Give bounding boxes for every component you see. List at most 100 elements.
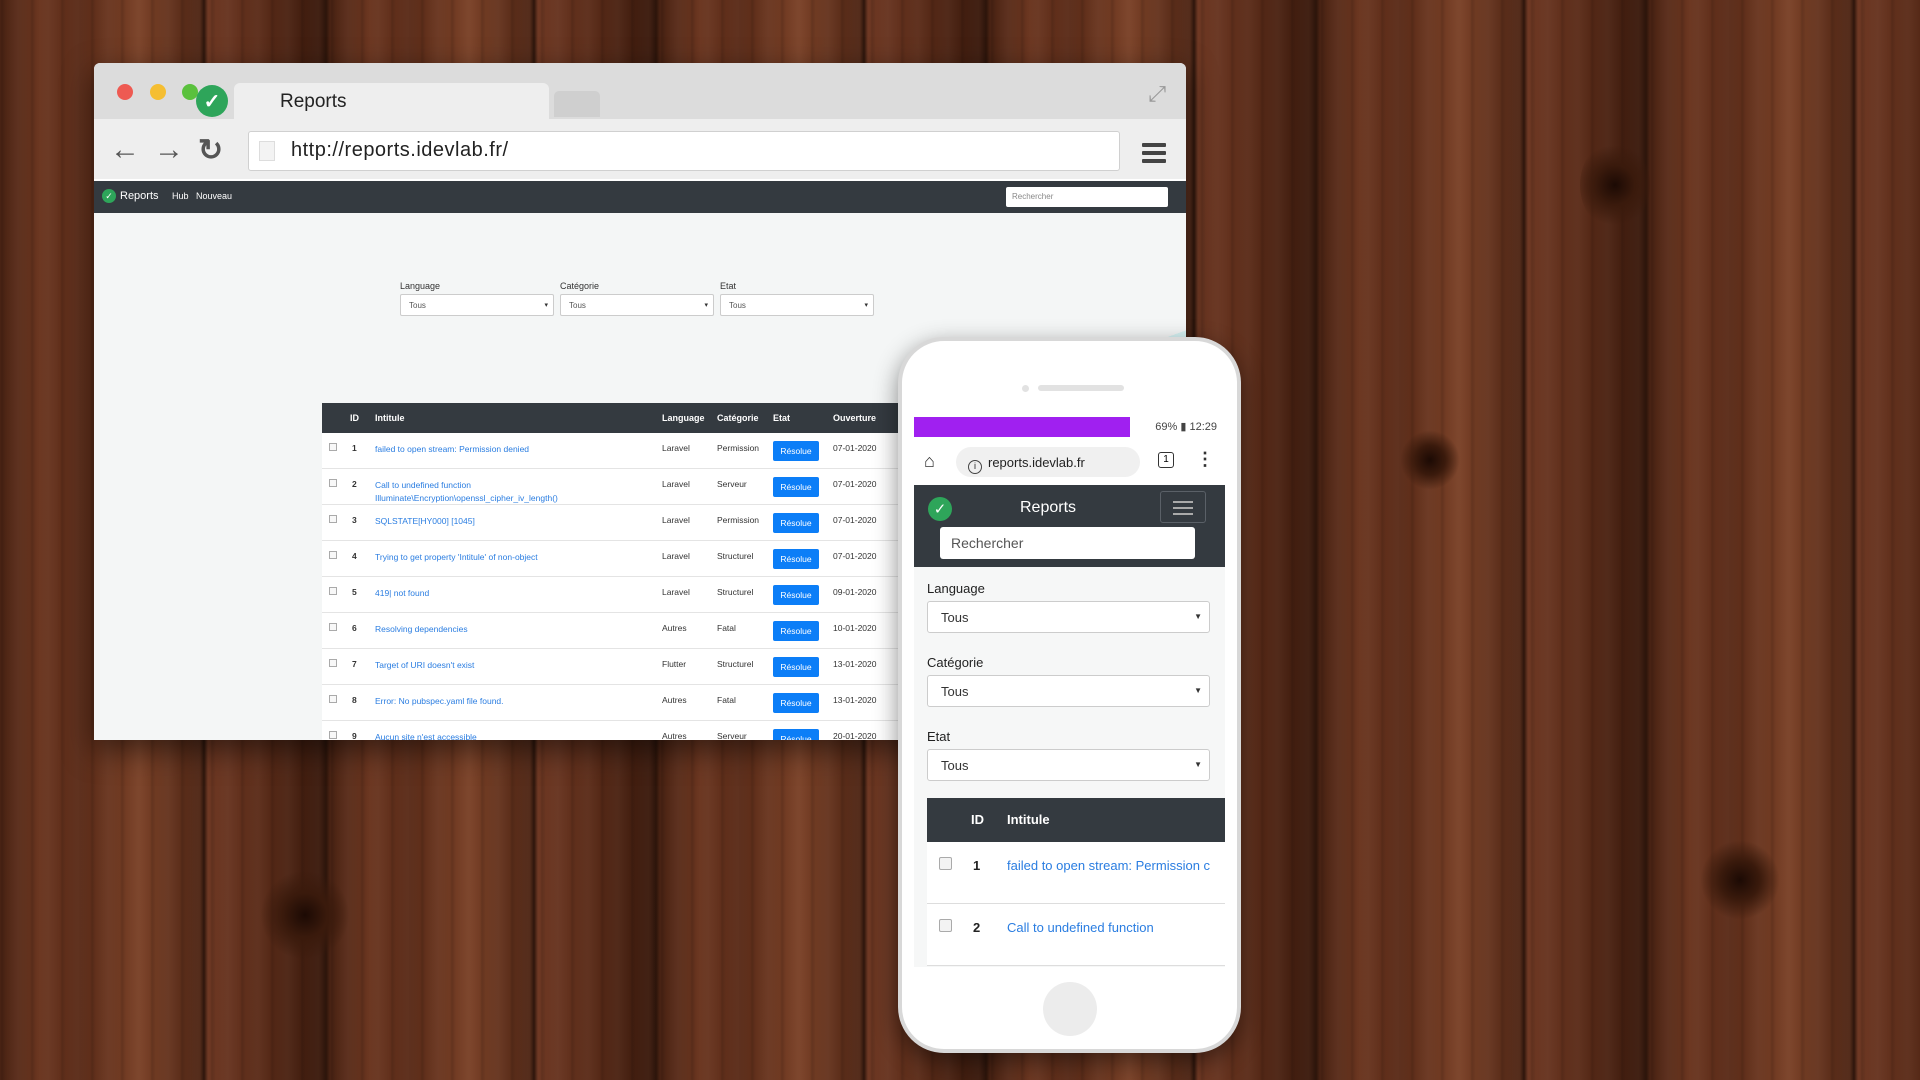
table-row[interactable]: 6 Resolving dependencies Autres Fatal Résolu…: [322, 613, 922, 649]
mobile-col-header-id[interactable]: ID: [971, 812, 984, 827]
caret-down-icon: ▼: [1194, 686, 1202, 695]
back-arrow-icon[interactable]: ←: [110, 133, 140, 167]
row-date: 20-01-2020: [833, 731, 877, 740]
row-id: 4: [352, 551, 357, 561]
row-checkbox[interactable]: [329, 731, 337, 739]
table-row[interactable]: 5 419| not found Laravel Structurel Résolue 0…: [322, 577, 922, 613]
resolue-button[interactable]: Résolue: [773, 621, 819, 641]
row-checkbox[interactable]: [329, 623, 337, 631]
mobile-etat-select[interactable]: Tous ▼: [927, 749, 1210, 781]
app-brand[interactable]: Reports: [120, 190, 159, 202]
status-bar-notifications: [914, 417, 1130, 437]
resolue-button[interactable]: Résolue: [773, 693, 819, 713]
mobile-language-select[interactable]: Tous ▼: [927, 601, 1210, 633]
row-categorie: Permission: [717, 515, 760, 525]
row-checkbox[interactable]: [939, 857, 952, 870]
mobile-search-input[interactable]: Rechercher: [940, 527, 1195, 559]
check-logo-icon: ✓: [102, 189, 116, 203]
forward-arrow-icon[interactable]: →: [154, 133, 184, 167]
mobile-categorie-select[interactable]: Tous ▼: [927, 675, 1210, 707]
more-vert-icon[interactable]: ⋮: [1196, 449, 1214, 470]
expand-icon[interactable]: ⤢: [1148, 81, 1166, 107]
row-checkbox[interactable]: [329, 659, 337, 667]
row-checkbox[interactable]: [329, 479, 337, 487]
phone-home-button[interactable]: [1043, 982, 1097, 1036]
navbar-toggler-icon[interactable]: [1160, 491, 1206, 523]
table-row[interactable]: 4 Trying to get property 'Intitule' of no…: [322, 541, 922, 577]
resolue-button[interactable]: Résolue: [773, 585, 819, 605]
resolue-button[interactable]: Résolue: [773, 477, 819, 497]
mobile-etat-value: Tous: [941, 758, 969, 773]
row-language: Laravel: [662, 479, 690, 489]
resolue-button[interactable]: Résolue: [773, 657, 819, 677]
check-logo-icon: ✓: [196, 85, 228, 117]
reload-icon[interactable]: ↻: [198, 133, 223, 168]
table-row[interactable]: 1 failed to open stream: Permission denie…: [322, 433, 922, 469]
row-checkbox[interactable]: [939, 919, 952, 932]
row-title-link[interactable]: Call to undefined function Illuminate\En…: [375, 479, 595, 505]
row-date: 13-01-2020: [833, 659, 877, 669]
resolue-button[interactable]: Résolue: [773, 729, 819, 740]
table-row[interactable]: 7 Target of URI doesn't exist Flutter Struc…: [322, 649, 922, 685]
home-icon[interactable]: ⌂: [924, 451, 935, 472]
row-title-link[interactable]: Target of URI doesn't exist: [375, 659, 595, 672]
resolue-button[interactable]: Résolue: [773, 513, 819, 533]
nav-link-hub[interactable]: Hub: [172, 191, 189, 201]
mobile-brand[interactable]: Reports: [1020, 499, 1076, 517]
row-title-link[interactable]: Resolving dependencies: [375, 623, 595, 636]
col-header-intitule[interactable]: Intitule: [375, 413, 405, 423]
table-row[interactable]: 9 Aucun site n'est accessible Autres Serveu…: [322, 721, 922, 740]
table-row[interactable]: 2 Call to undefined function: [927, 904, 1225, 966]
row-checkbox[interactable]: [329, 551, 337, 559]
row-title-link[interactable]: 419| not found: [375, 587, 595, 600]
row-checkbox[interactable]: [329, 515, 337, 523]
table-header: ID Intitule Language Catégorie Etat Ouve…: [322, 403, 922, 433]
categorie-select-value: Tous: [569, 301, 586, 310]
mobile-navbar: ✓ Reports Rechercher: [914, 485, 1225, 567]
table-row[interactable]: 3 SQLSTATE[HY000] [1045] Laravel Permission…: [322, 505, 922, 541]
minimize-window-button[interactable]: [150, 84, 166, 100]
table-row[interactable]: 8 Error: No pubspec.yaml file found. Autre…: [322, 685, 922, 721]
mobile-address-text: reports.idevlab.fr: [988, 455, 1085, 470]
col-header-etat[interactable]: Etat: [773, 413, 790, 423]
phone-speaker: [1038, 385, 1124, 391]
address-text: http://reports.idevlab.fr/: [291, 139, 509, 161]
row-date: 13-01-2020: [833, 695, 877, 705]
caret-down-icon: ▼: [1194, 760, 1202, 769]
mobile-col-header-intitule[interactable]: Intitule: [1007, 812, 1050, 827]
row-title-link[interactable]: failed to open stream: Permission c: [1007, 858, 1210, 873]
mobile-address-bar[interactable]: i reports.idevlab.fr: [956, 447, 1140, 477]
language-select[interactable]: Tous ▾: [400, 294, 554, 316]
caret-down-icon: ▾: [544, 302, 548, 309]
row-checkbox[interactable]: [329, 587, 337, 595]
etat-select[interactable]: Tous ▾: [720, 294, 874, 316]
row-checkbox[interactable]: [329, 695, 337, 703]
address-bar[interactable]: http://reports.idevlab.fr/: [248, 131, 1120, 171]
row-title-link[interactable]: Call to undefined function: [1007, 920, 1154, 935]
table-row[interactable]: 1 failed to open stream: Permission c: [927, 842, 1225, 904]
mobile-filter-label-categorie: Catégorie: [927, 655, 984, 670]
resolue-button[interactable]: Résolue: [773, 549, 819, 569]
app-navbar: ✓ Reports Hub Nouveau Rechercher: [94, 181, 1186, 213]
tabs-count-icon[interactable]: 1: [1158, 452, 1174, 468]
table-row[interactable]: 2 Call to undefined function Illuminate\E…: [322, 469, 922, 505]
row-title-link[interactable]: Aucun site n'est accessible: [375, 731, 595, 740]
search-input[interactable]: Rechercher: [1006, 187, 1168, 207]
col-header-ouverture[interactable]: Ouverture: [833, 413, 876, 423]
new-tab-button[interactable]: [554, 91, 600, 117]
row-title-link[interactable]: Error: No pubspec.yaml file found.: [375, 695, 595, 708]
col-header-id[interactable]: ID: [350, 413, 359, 423]
nav-link-nouveau[interactable]: Nouveau: [196, 191, 232, 201]
wood-knot: [1700, 840, 1780, 920]
close-window-button[interactable]: [117, 84, 133, 100]
resolue-button[interactable]: Résolue: [773, 441, 819, 461]
col-header-categorie[interactable]: Catégorie: [717, 413, 759, 423]
categorie-select[interactable]: Tous ▾: [560, 294, 714, 316]
row-checkbox[interactable]: [329, 443, 337, 451]
col-header-language[interactable]: Language: [662, 413, 705, 423]
row-title-link[interactable]: failed to open stream: Permission denied: [375, 443, 595, 456]
row-title-link[interactable]: Trying to get property 'Intitule' of non…: [375, 551, 595, 564]
phone-screen: 69% ▮ 12:29 ⌂ i reports.idevlab.fr 1 ⋮ ✓ …: [914, 417, 1225, 967]
hamburger-menu-icon[interactable]: [1142, 143, 1166, 167]
row-title-link[interactable]: SQLSTATE[HY000] [1045]: [375, 515, 595, 528]
